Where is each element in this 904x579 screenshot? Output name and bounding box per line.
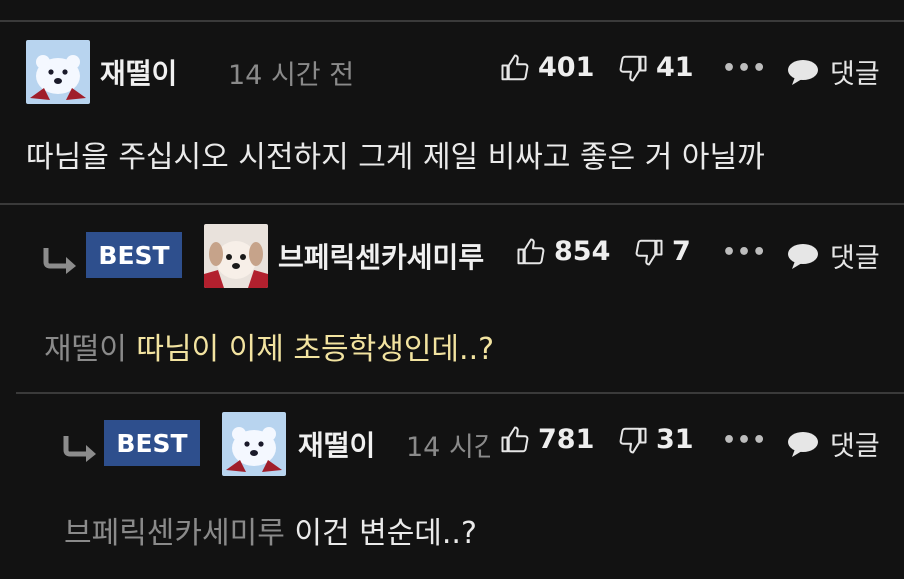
reply-comment: BEST 브페릭센카세미루 854 7 ••• 댓글 재떨이 따님이 이제 초등…: [0, 204, 904, 392]
like-button[interactable]: 781: [500, 424, 594, 455]
dislike-button[interactable]: 7: [634, 236, 691, 267]
speech-bubble-icon: [788, 59, 818, 85]
best-badge: BEST: [86, 232, 182, 278]
reply-button[interactable]: 댓글: [786, 52, 880, 91]
username[interactable]: 재떨이: [100, 52, 177, 92]
dislike-count: 41: [656, 52, 694, 83]
best-badge: BEST: [104, 420, 200, 466]
reply-button[interactable]: 댓글: [786, 424, 880, 463]
more-dots-icon[interactable]: •••: [722, 56, 767, 81]
mention-username[interactable]: 재떨이: [44, 332, 127, 367]
reply-comment: BEST 재떨이 14 시간 전 781 31 ••• 댓: [0, 394, 904, 579]
comment-text: 재떨이 따님이 이제 초등학생인데..?: [44, 324, 494, 368]
username[interactable]: 브페릭센카세미루: [278, 236, 504, 276]
thumbs-up-icon: [501, 426, 529, 452]
like-button[interactable]: 854: [516, 236, 610, 267]
comment: 재떨이 14 시간 전 401 41 ••• 댓글 따님을 주십시오 시전하지 …: [0, 0, 904, 200]
reply-arrow-icon: [62, 434, 100, 466]
reply-button[interactable]: 댓글: [786, 236, 880, 275]
reply-arrow-icon: [42, 246, 80, 278]
like-count: 854: [554, 236, 611, 267]
comment-text: 따님을 주십시오 시전하지 그게 제일 비싸고 좋은 거 아닐까: [26, 140, 765, 175]
reply-label: 댓글: [830, 243, 880, 274]
timestamp: 14 시간 전: [406, 432, 490, 463]
like-button[interactable]: 401: [500, 52, 594, 83]
speech-bubble-icon: [788, 431, 818, 457]
avatar[interactable]: [26, 40, 90, 104]
username[interactable]: 재떨이: [298, 424, 375, 464]
avatar[interactable]: [222, 412, 286, 476]
thumbs-up-icon: [517, 238, 545, 264]
dog-avatar-icon: [204, 224, 268, 288]
more-dots-icon[interactable]: •••: [722, 240, 767, 265]
mention-username[interactable]: 브페릭센카세미루: [64, 516, 285, 551]
comment-body: 따님이 이제 초등학생인데..?: [136, 332, 495, 367]
polar-bear-avatar-icon: [222, 412, 286, 476]
thumbs-up-icon: [501, 54, 529, 80]
like-count: 401: [538, 52, 595, 83]
reply-label: 댓글: [830, 431, 880, 462]
more-dots-icon[interactable]: •••: [722, 428, 767, 453]
timestamp: 14 시간 전: [228, 60, 355, 91]
dislike-button[interactable]: 31: [618, 424, 694, 455]
comment-body: 이건 변순데..?: [294, 516, 477, 551]
thumbs-down-icon: [619, 427, 647, 453]
speech-bubble-icon: [788, 243, 818, 269]
dislike-count: 31: [656, 424, 694, 455]
dislike-count: 7: [672, 236, 691, 267]
like-count: 781: [538, 424, 595, 455]
reply-label: 댓글: [830, 59, 880, 90]
thumbs-down-icon: [635, 239, 663, 265]
avatar[interactable]: [204, 224, 268, 288]
polar-bear-avatar-icon: [26, 40, 90, 104]
thumbs-down-icon: [619, 55, 647, 81]
comment-text: 브페릭센카세미루 이건 변순데..?: [64, 508, 477, 552]
dislike-button[interactable]: 41: [618, 52, 694, 83]
